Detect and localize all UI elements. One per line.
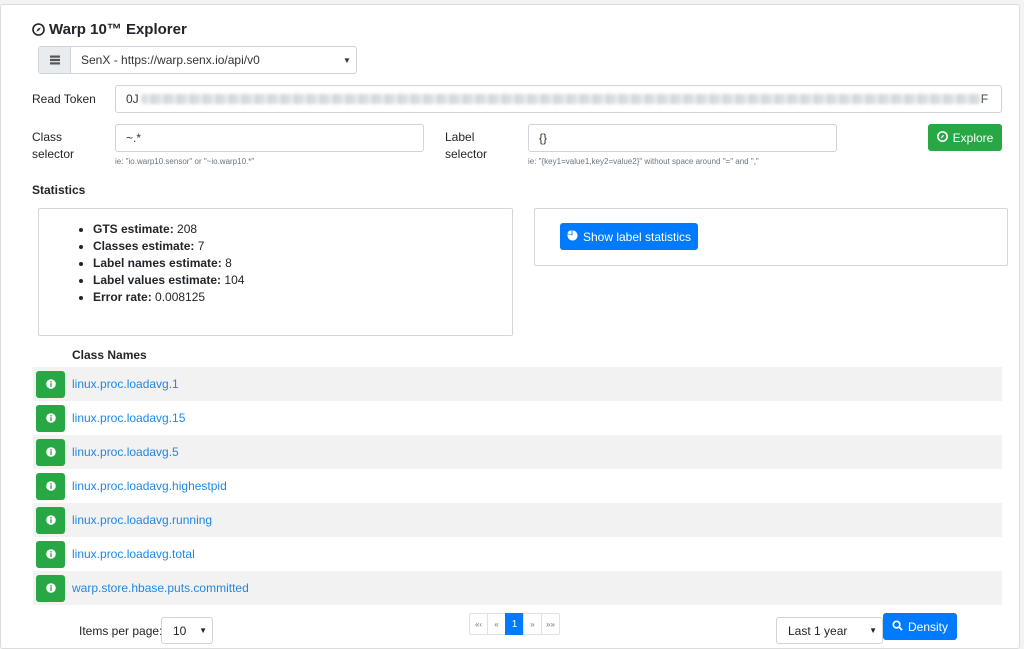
class-link[interactable]: linux.proc.loadavg.total <box>72 547 195 561</box>
info-button[interactable] <box>36 404 65 432</box>
class-link[interactable]: linux.proc.loadavg.5 <box>72 445 179 459</box>
time-range-select[interactable]: Last 1 year ▼ <box>776 617 883 644</box>
class-link[interactable]: linux.proc.loadavg.1 <box>72 377 179 391</box>
density-button[interactable]: Density <box>883 613 957 640</box>
info-icon <box>45 515 56 525</box>
info-icon <box>45 481 56 491</box>
items-per-page-select[interactable]: 10 ▼ <box>161 617 213 644</box>
explorer-panel: Warp 10™ Explorer SenX - https://warp.se… <box>0 4 1020 649</box>
class-selector-input[interactable]: ~.* <box>115 124 424 152</box>
page-1-button[interactable]: 1 <box>505 613 524 635</box>
table-row: linux.proc.loadavg.5 <box>33 435 1002 469</box>
chevron-down-icon: ▼ <box>869 626 877 635</box>
info-icon <box>45 413 56 423</box>
class-names-header: Class Names <box>72 348 147 362</box>
label-selector-label: Label selector <box>445 130 488 161</box>
time-range-value: Last 1 year <box>788 623 848 638</box>
stat-label-names-estimate: Label names estimate: 8 <box>93 255 512 272</box>
label-selector-input[interactable]: {} <box>528 124 837 152</box>
explore-button[interactable]: Explore <box>928 124 1002 151</box>
page-prev-button[interactable]: « <box>487 613 506 635</box>
info-icon <box>45 379 56 389</box>
class-link[interactable]: linux.proc.loadavg.highestpid <box>72 479 227 493</box>
class-link[interactable]: linux.proc.loadavg.running <box>72 513 212 527</box>
class-names-table: Class Names linux.proc.loadavg.1 linux.p… <box>33 343 1002 605</box>
read-token-label: Read Token <box>32 92 96 106</box>
explore-button-label: Explore <box>952 130 994 145</box>
pie-chart-icon <box>567 229 578 244</box>
info-icon <box>45 549 56 559</box>
class-link[interactable]: warp.store.hbase.puts.committed <box>72 581 249 595</box>
density-button-label: Density <box>907 619 948 634</box>
info-button[interactable] <box>36 370 65 398</box>
table-row: linux.proc.loadavg.running <box>33 503 1002 537</box>
class-link[interactable]: linux.proc.loadavg.15 <box>72 411 185 425</box>
compass-icon <box>936 130 948 145</box>
info-icon <box>45 447 56 457</box>
stat-gts-estimate: GTS estimate: 208 <box>93 221 512 238</box>
items-per-page-label: Items per page: <box>79 624 163 638</box>
page-last-button[interactable]: »» <box>541 613 560 635</box>
label-selector-hint: ie: "{key1=value1,key2=value2}" without … <box>528 157 759 166</box>
endpoint-value: SenX - https://warp.senx.io/api/v0 <box>81 53 260 67</box>
stat-classes-estimate: Classes estimate: 7 <box>93 238 512 255</box>
table-row: linux.proc.loadavg.total <box>33 537 1002 571</box>
endpoint-select[interactable]: SenX - https://warp.senx.io/api/v0 ▼ <box>38 46 357 74</box>
info-button[interactable] <box>36 438 65 466</box>
statistics-box: GTS estimate: 208 Classes estimate: 7 La… <box>38 208 513 336</box>
read-token-suffix: F <box>980 92 989 106</box>
info-button[interactable] <box>36 574 65 602</box>
statistics-title: Statistics <box>32 183 86 197</box>
table-row: linux.proc.loadavg.1 <box>33 367 1002 401</box>
page-first-button[interactable]: «‹ <box>469 613 488 635</box>
read-token-input[interactable]: 0J F <box>115 85 1002 113</box>
table-row: warp.store.hbase.puts.committed <box>33 571 1002 605</box>
statistics-list: GTS estimate: 208 Classes estimate: 7 La… <box>39 209 512 306</box>
class-selector-hint: ie: "io.warp10.sensor" or "~io.warp10.*" <box>115 157 255 166</box>
show-label-statistics-button[interactable]: Show label statistics <box>560 223 698 250</box>
label-statistics-box: Show label statistics <box>534 208 1008 266</box>
stat-error-rate: Error rate: 0.008125 <box>93 289 512 306</box>
page-title: Warp 10™ Explorer <box>32 21 187 38</box>
info-button[interactable] <box>36 506 65 534</box>
stat-label-values-estimate: Label values estimate: 104 <box>93 272 512 289</box>
items-per-page-value: 10 <box>173 623 187 638</box>
compass-icon <box>32 23 45 36</box>
class-selector-label: Class selector <box>32 130 75 161</box>
table-row: linux.proc.loadavg.highestpid <box>33 469 1002 503</box>
table-row: linux.proc.loadavg.15 <box>33 401 1002 435</box>
info-button[interactable] <box>36 472 65 500</box>
pagination: «‹ « 1 » »» <box>469 613 560 635</box>
page-next-button[interactable]: » <box>523 613 542 635</box>
info-button[interactable] <box>36 540 65 568</box>
server-list-icon <box>39 47 71 73</box>
search-icon <box>892 619 903 634</box>
chevron-down-icon: ▼ <box>199 626 207 635</box>
show-label-statistics-label: Show label statistics <box>582 229 692 244</box>
info-icon <box>45 583 56 593</box>
app-title: Warp 10™ Explorer <box>49 21 187 38</box>
chevron-down-icon: ▼ <box>343 55 351 65</box>
read-token-prefix: 0J <box>126 92 139 106</box>
read-token-masked <box>140 94 981 104</box>
